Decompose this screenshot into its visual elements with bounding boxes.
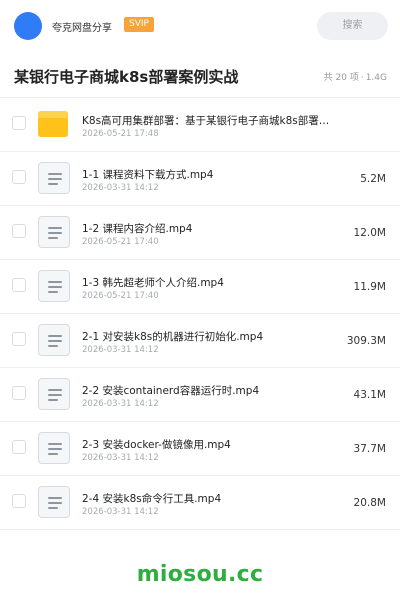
select-checkbox[interactable] bbox=[12, 278, 26, 292]
file-size: 37.7M bbox=[353, 443, 386, 455]
file-name: K8s高可用集群部署：基于某银行电子商城k8s部署… bbox=[82, 115, 330, 127]
page-title: 某银行电子商城k8s部署案例实战 bbox=[14, 68, 239, 86]
item-count: 共 20 项 bbox=[323, 73, 359, 83]
select-checkbox[interactable] bbox=[12, 116, 26, 130]
video-file-icon bbox=[38, 324, 70, 356]
search-button[interactable]: 搜索 bbox=[317, 12, 388, 40]
avatar[interactable] bbox=[14, 12, 42, 40]
file-name: 2-3 安装docker-做镜像用.mp4 bbox=[82, 439, 231, 451]
file-date: 2026-03-31 14:12 bbox=[82, 345, 159, 355]
file-size: 20.8M bbox=[353, 497, 386, 509]
video-file-icon bbox=[38, 162, 70, 194]
file-date: 2026-05-21 17:48 bbox=[82, 129, 159, 139]
select-checkbox[interactable] bbox=[12, 440, 26, 454]
file-name: 2-1 对安装k8s的机器进行初始化.mp4 bbox=[82, 331, 264, 343]
file-size: 309.3M bbox=[346, 335, 386, 347]
file-name: 2-2 安装containerd容器运行时.mp4 bbox=[82, 385, 260, 397]
file-size: 11.9M bbox=[353, 281, 386, 293]
app-title: 夸克网盘分享 bbox=[52, 23, 112, 34]
list-item[interactable]: 2-1 对安装k8s的机器进行初始化.mp4 2026-03-31 14:12 … bbox=[0, 314, 400, 368]
file-date: 2026-05-21 17:40 bbox=[82, 237, 159, 247]
file-date: 2026-05-21 17:40 bbox=[82, 291, 159, 301]
video-file-icon bbox=[38, 432, 70, 464]
file-date: 2026-03-31 14:12 bbox=[82, 183, 159, 193]
list-item[interactable]: K8s高可用集群部署：基于某银行电子商城k8s部署… 2026-05-21 17… bbox=[0, 98, 400, 152]
select-checkbox[interactable] bbox=[12, 494, 26, 508]
summary-separator: · bbox=[360, 73, 364, 83]
video-file-icon bbox=[38, 216, 70, 248]
file-name: 1-1 课程资料下载方式.mp4 bbox=[82, 169, 214, 181]
watermark-text: miosou.cc bbox=[136, 562, 264, 587]
list-item[interactable]: 2-3 安装docker-做镜像用.mp4 2026-03-31 14:12 3… bbox=[0, 422, 400, 476]
select-checkbox[interactable] bbox=[12, 332, 26, 346]
file-list: K8s高可用集群部署：基于某银行电子商城k8s部署… 2026-05-21 17… bbox=[0, 98, 400, 530]
folder-summary: 共 20 项 · 1.4G bbox=[324, 70, 387, 83]
select-checkbox[interactable] bbox=[12, 386, 26, 400]
file-date: 2026-03-31 14:12 bbox=[82, 507, 159, 517]
file-date: 2026-03-31 14:12 bbox=[82, 399, 159, 409]
list-item[interactable]: 1-1 课程资料下载方式.mp4 2026-03-31 14:12 5.2M bbox=[0, 152, 400, 206]
list-item[interactable]: 2-2 安装containerd容器运行时.mp4 2026-03-31 14:… bbox=[0, 368, 400, 422]
video-file-icon bbox=[38, 270, 70, 302]
file-size: 12.0M bbox=[353, 227, 386, 239]
file-size: 43.1M bbox=[353, 389, 386, 401]
file-date: 2026-03-31 14:12 bbox=[82, 453, 159, 463]
list-item[interactable]: 1-3 韩先超老师个人介绍.mp4 2026-05-21 17:40 11.9M bbox=[0, 260, 400, 314]
folder-header: 某银行电子商城k8s部署案例实战 共 20 项 · 1.4G bbox=[0, 52, 400, 98]
file-name: 2-4 安装k8s命令行工具.mp4 bbox=[82, 493, 222, 505]
list-item[interactable]: 1-2 课程内容介绍.mp4 2026-05-21 17:40 12.0M bbox=[0, 206, 400, 260]
total-size: 1.4G bbox=[365, 73, 387, 83]
folder-icon bbox=[38, 108, 70, 140]
top-bar: 夸克网盘分享 SVIP 搜索 bbox=[0, 0, 400, 52]
select-checkbox[interactable] bbox=[12, 170, 26, 184]
file-name: 1-2 课程内容介绍.mp4 bbox=[82, 223, 193, 235]
video-file-icon bbox=[38, 486, 70, 518]
file-size: 5.2M bbox=[360, 173, 386, 185]
select-checkbox[interactable] bbox=[12, 224, 26, 238]
file-name: 1-3 韩先超老师个人介绍.mp4 bbox=[82, 277, 224, 289]
video-file-icon bbox=[38, 378, 70, 410]
svip-badge: SVIP bbox=[124, 17, 154, 32]
list-item[interactable]: 2-4 安装k8s命令行工具.mp4 2026-03-31 14:12 20.8… bbox=[0, 476, 400, 530]
